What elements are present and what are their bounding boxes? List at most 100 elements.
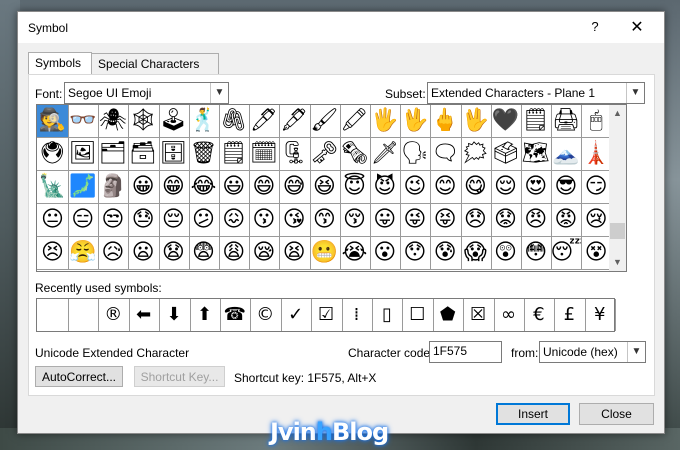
recent-symbol-cell[interactable]: ☑ <box>311 299 343 331</box>
recent-symbol-cell[interactable]: ⬆ <box>189 299 221 331</box>
symbol-cell[interactable]: 😌 <box>490 171 522 204</box>
recent-symbol-cell[interactable]: £ <box>554 299 586 331</box>
symbol-cell[interactable]: 😘 <box>278 204 311 237</box>
symbol-cell[interactable]: 😈 <box>369 171 402 204</box>
symbol-cell[interactable]: 🖖 <box>459 105 492 138</box>
tab-symbols[interactable]: Symbols <box>28 52 92 75</box>
symbol-cell[interactable]: 🖼 <box>67 138 100 171</box>
symbol-cell[interactable]: 🖤 <box>490 105 522 138</box>
symbol-cell[interactable]: 😪 <box>248 237 281 270</box>
chevron-down-icon[interactable]: ▼ <box>627 342 645 362</box>
symbol-cell[interactable]: 🗽 <box>37 171 69 204</box>
autocorrect-button[interactable]: AutoCorrect... <box>35 366 123 387</box>
symbol-cell[interactable]: 🕸 <box>127 105 160 138</box>
symbol-cell[interactable]: 😢 <box>580 204 610 237</box>
symbol-cell[interactable]: 😚 <box>339 204 371 237</box>
chevron-down-icon[interactable]: ▼ <box>210 83 228 103</box>
recent-symbol-cell[interactable]: ⬟ <box>432 299 465 331</box>
symbol-cell[interactable]: 😑 <box>67 204 100 237</box>
scroll-thumb[interactable] <box>610 223 625 239</box>
symbol-cell[interactable]: 😏 <box>580 171 610 204</box>
symbol-cell[interactable]: 🖕 <box>429 105 462 138</box>
symbol-cell[interactable]: 🗨 <box>429 138 462 171</box>
symbol-cell[interactable]: 😬 <box>308 237 341 270</box>
symbol-cell[interactable]: 😐 <box>37 204 69 237</box>
symbol-cell[interactable]: 🗝 <box>308 138 341 171</box>
shortcut-key-button[interactable]: Shortcut Key... <box>134 366 225 387</box>
symbol-cell[interactable]: 🗒 <box>520 105 553 138</box>
recent-symbol-cell[interactable]: ® <box>98 299 130 331</box>
symbol-cell[interactable]: 🗯 <box>459 138 492 171</box>
symbol-cell[interactable]: 😵 <box>580 237 610 270</box>
font-select[interactable]: Segoe UI Emoji ▼ <box>64 82 229 104</box>
symbol-cell[interactable]: 😦 <box>127 237 160 270</box>
symbol-cell[interactable]: 😀 <box>127 171 160 204</box>
symbol-cell[interactable]: 😔 <box>157 204 190 237</box>
tab-special-characters[interactable]: Special Characters <box>91 53 219 74</box>
recent-symbol-cell[interactable]: ⁞ <box>341 299 373 331</box>
symbol-cell[interactable]: 😫 <box>278 237 311 270</box>
character-code-field[interactable] <box>429 341 502 363</box>
chevron-down-icon[interactable]: ▼ <box>626 83 644 103</box>
symbol-cell[interactable]: 🗄 <box>157 138 190 171</box>
symbol-cell[interactable]: 😂 <box>188 171 220 204</box>
symbol-cell[interactable]: 😳 <box>520 237 553 270</box>
symbol-cell[interactable]: 😋 <box>459 171 492 204</box>
symbol-cell[interactable]: 😕 <box>188 204 220 237</box>
symbol-cell[interactable]: 😖 <box>218 204 251 237</box>
symbol-cell[interactable]: 🖋 <box>278 105 311 138</box>
symbol-cell[interactable]: 🕷 <box>97 105 130 138</box>
scroll-down-icon[interactable]: ▼ <box>609 254 626 271</box>
symbol-cell[interactable]: 😁 <box>157 171 190 204</box>
symbol-cell[interactable]: 😡 <box>550 204 583 237</box>
close-icon[interactable]: ✕ <box>625 17 649 39</box>
symbol-cell[interactable]: 😞 <box>459 204 492 237</box>
symbol-cell[interactable]: 😜 <box>399 204 432 237</box>
symbol-cell[interactable]: 😍 <box>520 171 553 204</box>
symbol-cell[interactable]: 😆 <box>308 171 341 204</box>
symbol-cell[interactable]: 🖨 <box>550 105 583 138</box>
symbol-cell[interactable]: 🗳 <box>490 138 522 171</box>
symbol-cell[interactable]: 😩 <box>218 237 251 270</box>
symbol-cell[interactable]: 🗼 <box>580 138 610 171</box>
symbol-cell[interactable]: 🗺 <box>520 138 553 171</box>
symbol-cell[interactable]: 😮 <box>369 237 402 270</box>
symbol-cell[interactable]: 😅 <box>278 171 311 204</box>
symbol-cell[interactable]: 🖖 <box>399 105 432 138</box>
symbol-cell[interactable]: 🕵 <box>37 105 69 138</box>
recent-symbol-cell[interactable]: ✓ <box>280 299 313 331</box>
symbol-cell[interactable]: 😎 <box>550 171 583 204</box>
symbol-cell[interactable]: 😃 <box>218 171 251 204</box>
symbol-cell[interactable]: 😤 <box>67 237 100 270</box>
help-button[interactable]: ? <box>585 19 605 37</box>
from-select[interactable]: Unicode (hex) ▼ <box>539 341 646 363</box>
symbol-cell[interactable]: 😝 <box>429 204 462 237</box>
symbol-cell[interactable]: 🗓 <box>248 138 281 171</box>
symbol-cell[interactable]: 😊 <box>429 171 462 204</box>
symbol-cell[interactable]: 😴 <box>550 237 583 270</box>
symbol-cell[interactable]: 😧 <box>157 237 190 270</box>
symbol-cell[interactable]: 🖊 <box>248 105 281 138</box>
symbol-cell[interactable]: 😓 <box>127 204 160 237</box>
symbol-cell[interactable]: 🖇 <box>218 105 251 138</box>
recent-symbol-cell[interactable]: ☎ <box>219 299 252 331</box>
symbol-cell[interactable]: 🗜 <box>278 138 311 171</box>
recent-symbol-cell[interactable]: € <box>523 299 556 331</box>
recent-symbol-cell[interactable]: ☒ <box>463 299 495 331</box>
symbol-grid-scrollbar[interactable]: ▲ ▼ <box>609 104 627 272</box>
symbol-cell[interactable]: 😉 <box>399 171 432 204</box>
subset-select[interactable]: Extended Characters - Plane 1 ▼ <box>427 82 645 104</box>
symbol-cell[interactable]: 😱 <box>459 237 492 270</box>
symbol-cell[interactable]: 🖱 <box>580 105 610 138</box>
symbol-cell[interactable]: 🖲 <box>37 138 69 171</box>
symbol-cell[interactable]: 😠 <box>520 204 553 237</box>
symbol-cell[interactable]: 😣 <box>37 237 69 270</box>
insert-button[interactable]: Insert <box>496 403 570 425</box>
symbol-cell[interactable]: 😙 <box>308 204 341 237</box>
symbol-cell[interactable]: 😄 <box>248 171 281 204</box>
scroll-up-icon[interactable]: ▲ <box>609 105 626 122</box>
recent-symbol-cell[interactable]: ⬅ <box>128 299 161 331</box>
symbol-cell[interactable]: 😇 <box>339 171 371 204</box>
symbol-cell[interactable]: 🗃 <box>127 138 160 171</box>
symbol-cell[interactable]: 🕹 <box>157 105 190 138</box>
